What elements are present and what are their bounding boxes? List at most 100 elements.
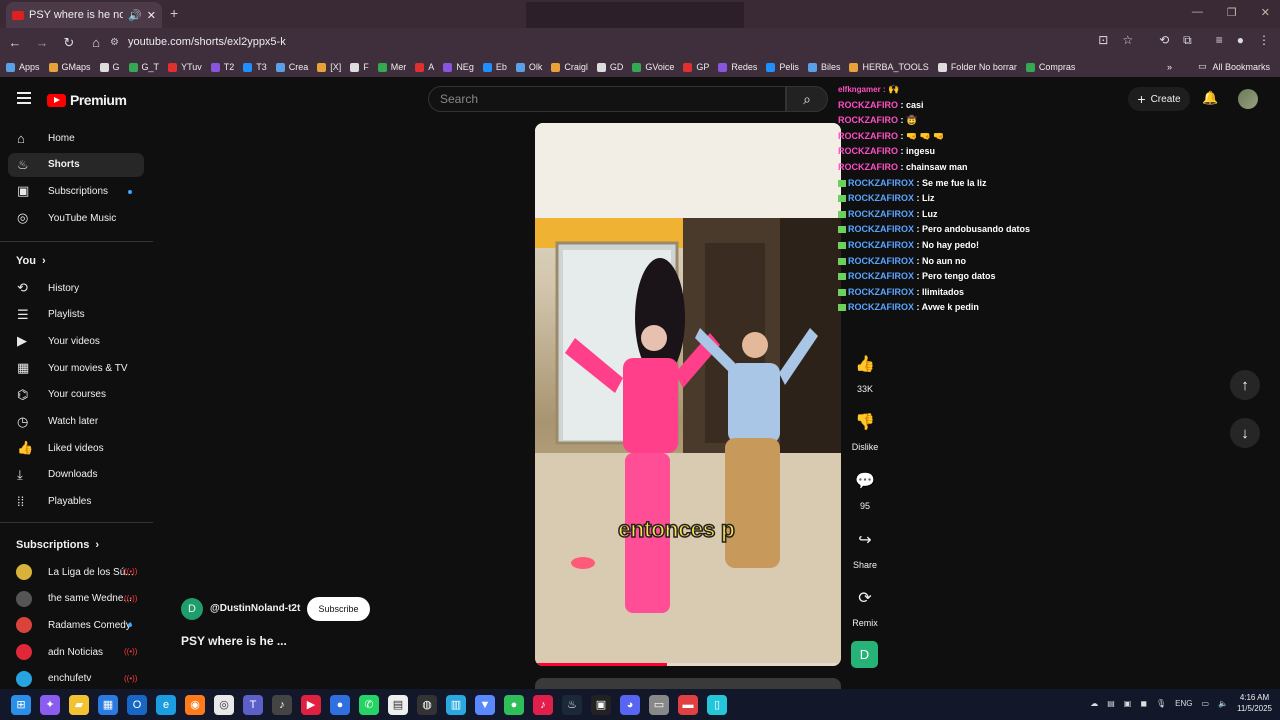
sidebar-item-your-videos[interactable]: ▶ Your videos [8, 329, 144, 353]
sidebar-item-liked-videos[interactable]: 👍 Liked videos [8, 436, 144, 460]
bookmark-item[interactable]: GMaps [48, 62, 91, 72]
bookmark-item[interactable]: Redes [718, 62, 757, 72]
volume-icon[interactable]: 🔈 [1218, 699, 1228, 708]
short-video-player[interactable]: entonces p [535, 123, 841, 666]
sidebar-item-youtube-music[interactable]: ◎ YouTube Music [8, 206, 144, 230]
site-info-icon[interactable]: ⚙ [110, 37, 119, 48]
bookmark-item[interactable]: T2 [210, 62, 234, 72]
create-button[interactable]: + Create [1128, 87, 1190, 111]
close-window-icon[interactable]: ✕ [1261, 6, 1270, 19]
microphone-icon[interactable]: 🎙 [1156, 699, 1166, 708]
share-icon[interactable]: ↪ [850, 525, 880, 555]
bookmark-item[interactable]: Craigl [551, 62, 588, 72]
sidebar-item-history[interactable]: ⟲ History [8, 276, 144, 300]
search-input[interactable]: Search [428, 86, 786, 112]
sidebar-item-home[interactable]: ⌂ Home [8, 126, 144, 150]
firefox-icon[interactable]: ◉ [185, 694, 205, 715]
you-section-heading[interactable]: You › [16, 255, 46, 267]
bookmark-item[interactable]: GP [683, 62, 709, 72]
app-icon[interactable]: ▤ [388, 694, 408, 715]
remix-action[interactable]: ⟳ Remix [848, 583, 882, 628]
steam-icon[interactable]: ♨ [562, 694, 582, 715]
bookmark-item[interactable]: G_T [128, 62, 159, 72]
bookmark-item[interactable]: Biles [807, 62, 840, 72]
windows-start-icon[interactable]: ⊞ [11, 694, 31, 715]
tiktok-icon[interactable]: ♪ [533, 694, 553, 715]
audio-icon[interactable]: 🔊 [128, 9, 142, 22]
media-icon[interactable]: ▶ [301, 694, 321, 715]
bookmark-item[interactable]: [X] [317, 62, 341, 72]
sidebar-item-playlists[interactable]: ☰ Playlists [8, 303, 144, 327]
terminal-icon[interactable]: ▣ [591, 694, 611, 715]
comment-icon[interactable]: 💬 [850, 466, 880, 496]
sidebar-item-downloads[interactable]: ⤓ Downloads [8, 463, 144, 487]
subscriptions-section-heading[interactable]: Subscriptions › [16, 539, 99, 551]
whatsapp-icon[interactable]: ✆ [359, 694, 379, 715]
obs-icon[interactable]: ◍ [417, 694, 437, 715]
like-icon[interactable]: 👍 [850, 349, 880, 379]
subscription-channel[interactable]: Radames Comedy [8, 613, 144, 637]
bookmark-star-icon[interactable]: ☆ [1122, 33, 1133, 48]
video-progress-bar[interactable] [535, 663, 841, 666]
bookmark-item[interactable]: Olk [515, 62, 542, 72]
sidebar-item-subscriptions[interactable]: ▣ Subscriptions [8, 179, 144, 203]
tray-icon[interactable]: ☁ [1090, 699, 1098, 708]
reload-icon[interactable]: ↻ [57, 35, 81, 51]
app-icon[interactable]: ♪ [272, 694, 292, 715]
bookmark-item[interactable]: T3 [243, 62, 267, 72]
browser-tab[interactable]: PSY where is he now #fyp 🔊 ✕ [6, 2, 162, 28]
bookmark-item[interactable]: YTuv [168, 62, 202, 72]
bookmarks-overflow-icon[interactable]: » [1167, 62, 1172, 72]
sidebar-item-playables[interactable]: ⁞⁞ Playables [8, 490, 144, 514]
next-short-button[interactable]: ↓ [1230, 418, 1260, 448]
extensions-icon[interactable]: ⧉ [1183, 33, 1192, 48]
bookmark-item[interactable]: GVoice [632, 62, 674, 72]
dislike-icon[interactable]: 👎 [850, 407, 880, 437]
comments-action[interactable]: 💬 95 [848, 466, 882, 511]
share-action[interactable]: ↪ Share [848, 525, 882, 570]
like-action[interactable]: 👍 33K [848, 349, 882, 394]
app-icon[interactable]: ▬ [678, 694, 698, 715]
forward-icon[interactable]: → [30, 35, 54, 50]
channel-avatar[interactable]: D [181, 598, 203, 620]
edge-icon[interactable]: e [156, 694, 176, 715]
bookmark-item[interactable]: GD [596, 62, 623, 72]
short-title[interactable]: PSY where is he ... [181, 634, 287, 648]
vpn-icon[interactable]: ▼ [475, 694, 495, 715]
address-bar[interactable]: ⚙ youtube.com/shorts/exl2yppx5-k [102, 31, 1144, 53]
copilot-icon[interactable]: ✦ [40, 694, 60, 715]
tray-icon[interactable]: ▤ [1107, 699, 1115, 708]
back-icon[interactable]: ← [3, 35, 27, 50]
clock[interactable]: 4:16 AM 11/5/2025 [1237, 692, 1272, 714]
bookmark-item[interactable]: Eb [482, 62, 507, 72]
bookmark-item[interactable]: G [99, 62, 120, 72]
install-icon[interactable]: ⊡ [1098, 33, 1108, 48]
restore-icon[interactable]: ❐ [1227, 6, 1237, 19]
sidebar-item-watch-later[interactable]: ◷ Watch later [8, 410, 144, 434]
new-tab-icon[interactable]: + [170, 5, 178, 21]
bookmark-item[interactable]: Folder No borrar [937, 62, 1017, 72]
app-icon[interactable]: ▥ [446, 694, 466, 715]
store-icon[interactable]: ▦ [98, 694, 118, 715]
channel-name[interactable]: @DustinNoland-t2t [210, 603, 300, 614]
all-bookmarks[interactable]: All Bookmarks [1212, 62, 1270, 72]
bookmark-item[interactable]: Mer [377, 62, 406, 72]
sidebar-item-your-movies[interactable]: ▦ Your movies & TV [8, 356, 144, 380]
bookmark-item[interactable]: Apps [6, 62, 40, 72]
bookmark-item[interactable]: A [415, 62, 434, 72]
profile-icon[interactable]: ● [1237, 33, 1244, 48]
tray-icon[interactable]: ▣ [1124, 699, 1132, 708]
menu-icon[interactable]: ⋮ [1258, 33, 1270, 48]
tray-icon[interactable]: ◼ [1140, 699, 1147, 708]
history-icon[interactable]: ⟲ [1159, 33, 1169, 48]
channel-thumbnail-button[interactable]: D [851, 641, 878, 668]
app-icon[interactable]: ▭ [649, 694, 669, 715]
app-icon[interactable]: ● [504, 694, 524, 715]
teams-icon[interactable]: T [243, 694, 263, 715]
bookmark-item[interactable]: Pelis [766, 62, 799, 72]
subscribe-button[interactable]: Subscribe [307, 597, 370, 621]
remix-icon[interactable]: ⟳ [850, 583, 880, 613]
dislike-action[interactable]: 👎 Dislike [848, 407, 882, 452]
bookmark-item[interactable]: Crea [275, 62, 308, 72]
menu-hamburger-icon[interactable] [17, 92, 31, 107]
